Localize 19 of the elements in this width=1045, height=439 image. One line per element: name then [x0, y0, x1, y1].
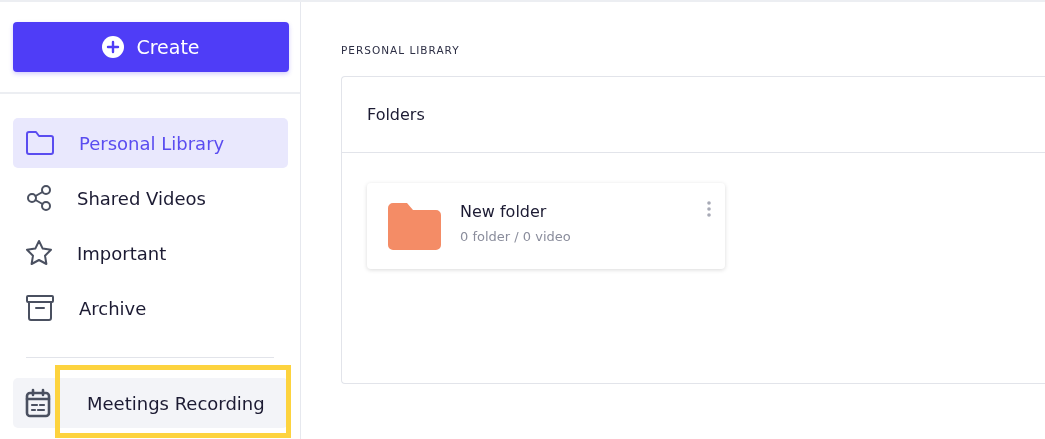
- share-icon: [25, 184, 53, 212]
- calendar-icon: [25, 388, 51, 418]
- sidebar-item[interactable]: Archive: [13, 283, 288, 333]
- create-button[interactable]: Create: [13, 22, 289, 72]
- folder-name: New folder: [460, 202, 548, 221]
- folder-card[interactable]: New folder 0 folder / 0 video: [367, 183, 725, 269]
- sidebar-item[interactable]: Meetings Recording: [13, 378, 288, 428]
- sidebar-item[interactable]: Shared Videos: [13, 173, 288, 223]
- archive-icon: [25, 294, 55, 322]
- folder-meta: 0 folder / 0 video: [460, 229, 571, 244]
- panel-title: Folders: [367, 105, 425, 124]
- plus-circle-icon: [102, 36, 125, 58]
- section-title: PERSONAL LIBRARY: [341, 44, 461, 56]
- folder-icon: [25, 130, 55, 156]
- sidebar-item[interactable]: Important: [13, 228, 288, 278]
- folder-icon: [388, 202, 441, 250]
- star-icon: [25, 239, 53, 267]
- more-icon[interactable]: [707, 201, 711, 217]
- sidebar-item[interactable]: Personal Library: [13, 118, 288, 168]
